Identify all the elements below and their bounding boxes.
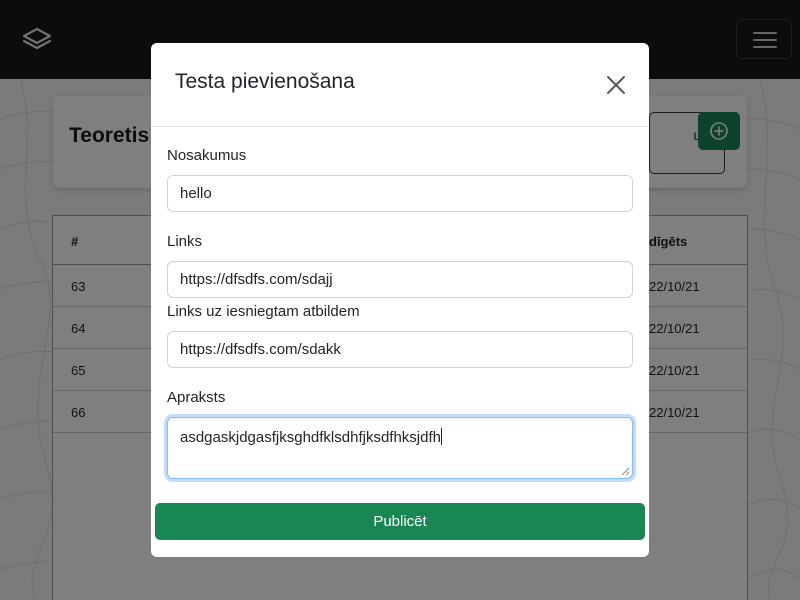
name-label: Nosakumus (167, 147, 247, 164)
description-text: asdgaskjdgasfjksghdfklsdhfjksdfhksjdfh (180, 429, 441, 446)
name-input[interactable]: hello (167, 175, 633, 212)
modal-title: Testa pievienošana (175, 70, 355, 93)
publish-button[interactable]: Publicēt (155, 503, 645, 540)
close-icon[interactable] (606, 75, 626, 95)
add-test-modal: Testa pievienošana Nosakumus hello Links… (151, 43, 649, 557)
description-label: Apraksts (167, 389, 226, 406)
link-label: Links (167, 233, 203, 250)
answers-link-input[interactable]: https://dfsdfs.com/sdakk (167, 331, 633, 368)
answers-link-label: Links uz iesniegtam atbildem (167, 303, 360, 320)
link-input[interactable]: https://dfsdfs.com/sdajj (167, 261, 633, 298)
text-caret (440, 428, 442, 445)
modal-header: Testa pievienošana (151, 43, 649, 127)
description-textarea[interactable]: asdgaskjdgasfjksghdfklsdhfjksdfhksjdfh (167, 417, 633, 479)
resize-handle-icon[interactable] (621, 467, 630, 476)
